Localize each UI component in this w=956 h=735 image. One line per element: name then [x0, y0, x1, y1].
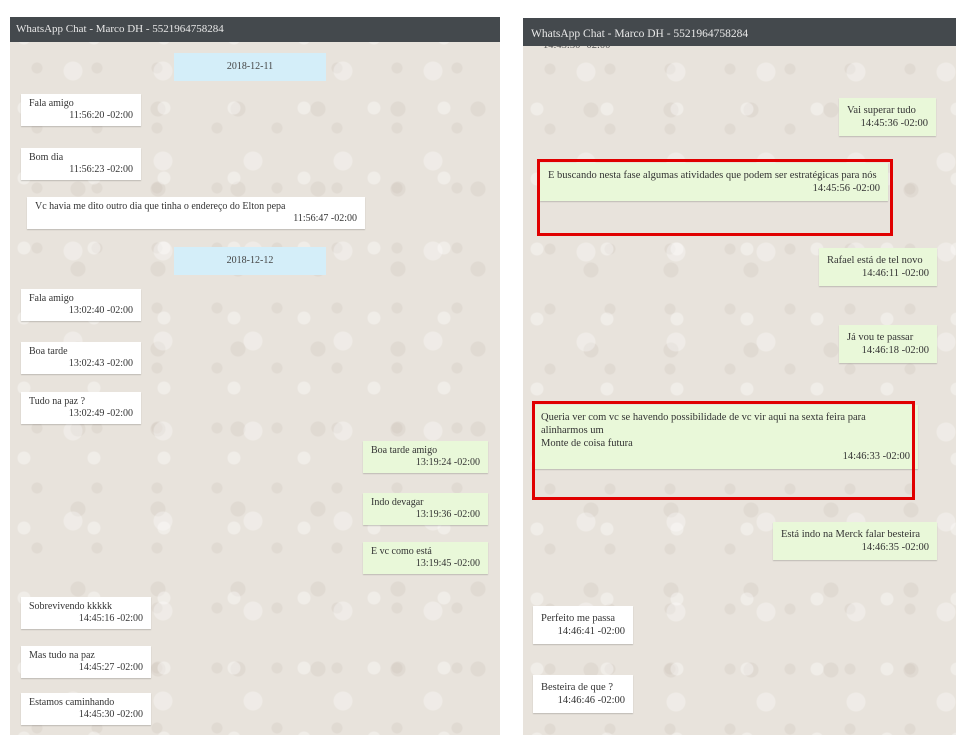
message-timestamp: 13:19:24 -02:00	[415, 457, 480, 468]
message-timestamp: 14:45:30 -02:00	[78, 709, 143, 720]
chat-window-right: 14:45:30 -02:00 WhatsApp Chat - Marco DH…	[523, 18, 956, 735]
message-text: Boa tarde amigo	[371, 445, 438, 456]
message-timestamp: 14:46:11 -02:00	[862, 268, 929, 279]
message-text: Tudo na paz ?	[29, 396, 86, 407]
chat-window-left: WhatsApp Chat - Marco DH - 5521964758284…	[10, 17, 500, 735]
message-bubble-incoming[interactable]: Fala amigo 11:56:20 -02:00	[21, 94, 141, 126]
message-timestamp: 14:45:16 -02:00	[78, 613, 143, 624]
message-timestamp: 11:56:23 -02:00	[69, 164, 133, 175]
message-timestamp: 13:19:45 -02:00	[415, 558, 480, 569]
message-timestamp: 14:46:41 -02:00	[557, 626, 625, 637]
message-text: Bom dia	[29, 152, 64, 163]
message-text: Rafael está de tel novo	[827, 255, 923, 266]
message-bubble-incoming[interactable]: Tudo na paz ? 13:02:49 -02:00	[21, 392, 141, 424]
message-text: Indo devagar	[371, 497, 424, 508]
message-timestamp: 13:02:40 -02:00	[68, 305, 133, 316]
message-timestamp: 14:46:35 -02:00	[861, 542, 929, 553]
message-bubble-incoming[interactable]: Estamos caminhando 14:45:30 -02:00	[21, 693, 151, 725]
message-bubble-incoming[interactable]: Mas tudo na paz 14:45:27 -02:00	[21, 646, 151, 678]
message-timestamp: 13:02:43 -02:00	[68, 358, 133, 369]
message-bubble-incoming[interactable]: Bom dia 11:56:23 -02:00	[21, 148, 141, 180]
message-text: Boa tarde	[29, 346, 68, 357]
message-bubble-outgoing[interactable]: Boa tarde amigo 13:19:24 -02:00	[363, 441, 488, 473]
message-timestamp: 14:46:18 -02:00	[861, 345, 929, 356]
message-bubble-outgoing[interactable]: Vai superar tudo 14:45:36 -02:00	[839, 98, 936, 136]
message-timestamp: 13:19:36 -02:00	[415, 509, 480, 520]
message-text: E vc como está	[371, 546, 432, 557]
message-text: Besteira de que ?	[541, 682, 614, 693]
message-bubble-incoming[interactable]: Sobrevivendo kkkkk 14:45:16 -02:00	[21, 597, 151, 629]
message-text: Vc havia me dito outro dia que tinha o e…	[35, 201, 286, 212]
message-text: Fala amigo	[29, 293, 74, 304]
message-timestamp: 11:56:20 -02:00	[69, 110, 133, 121]
message-bubble-incoming[interactable]: Perfeito me passa 14:46:41 -02:00	[533, 606, 633, 644]
highlight-box	[537, 159, 893, 236]
highlight-box	[532, 401, 915, 500]
message-text: Está indo na Merck falar besteira	[781, 529, 921, 540]
message-bubble-outgoing[interactable]: Já vou te passar 14:46:18 -02:00	[839, 325, 937, 363]
message-text: Sobrevivendo kkkkk	[29, 601, 113, 612]
message-text: Estamos caminhando	[29, 697, 115, 708]
message-bubble-incoming[interactable]: Boa tarde 13:02:43 -02:00	[21, 342, 141, 374]
message-bubble-outgoing[interactable]: Indo devagar 13:19:36 -02:00	[363, 493, 488, 525]
message-timestamp: 14:45:27 -02:00	[78, 662, 143, 673]
message-text: Vai superar tudo	[847, 105, 916, 116]
message-text: Já vou te passar	[847, 332, 914, 343]
message-timestamp: 11:56:47 -02:00	[293, 213, 357, 224]
message-bubble-incoming[interactable]: Besteira de que ? 14:46:46 -02:00	[533, 675, 633, 713]
window-title-bar: WhatsApp Chat - Marco DH - 5521964758284	[523, 18, 956, 46]
message-timestamp: 14:45:36 -02:00	[860, 118, 928, 129]
message-bubble-outgoing[interactable]: E vc como está 13:19:45 -02:00	[363, 542, 488, 574]
date-divider: 2018-12-12	[174, 247, 326, 275]
message-bubble-outgoing[interactable]: Está indo na Merck falar besteira 14:46:…	[773, 522, 937, 560]
message-text: Mas tudo na paz	[29, 650, 95, 661]
message-timestamp: 13:02:49 -02:00	[68, 408, 133, 419]
message-text: Perfeito me passa	[541, 613, 616, 624]
date-divider: 2018-12-11	[174, 53, 326, 81]
window-title-bar: WhatsApp Chat - Marco DH - 5521964758284	[10, 17, 500, 42]
message-timestamp: 14:46:46 -02:00	[557, 695, 625, 706]
message-bubble-incoming[interactable]: Vc havia me dito outro dia que tinha o e…	[27, 197, 365, 229]
message-bubble-incoming[interactable]: Fala amigo 13:02:40 -02:00	[21, 289, 141, 321]
message-bubble-outgoing[interactable]: Rafael está de tel novo 14:46:11 -02:00	[819, 248, 937, 286]
message-text: Fala amigo	[29, 98, 74, 109]
